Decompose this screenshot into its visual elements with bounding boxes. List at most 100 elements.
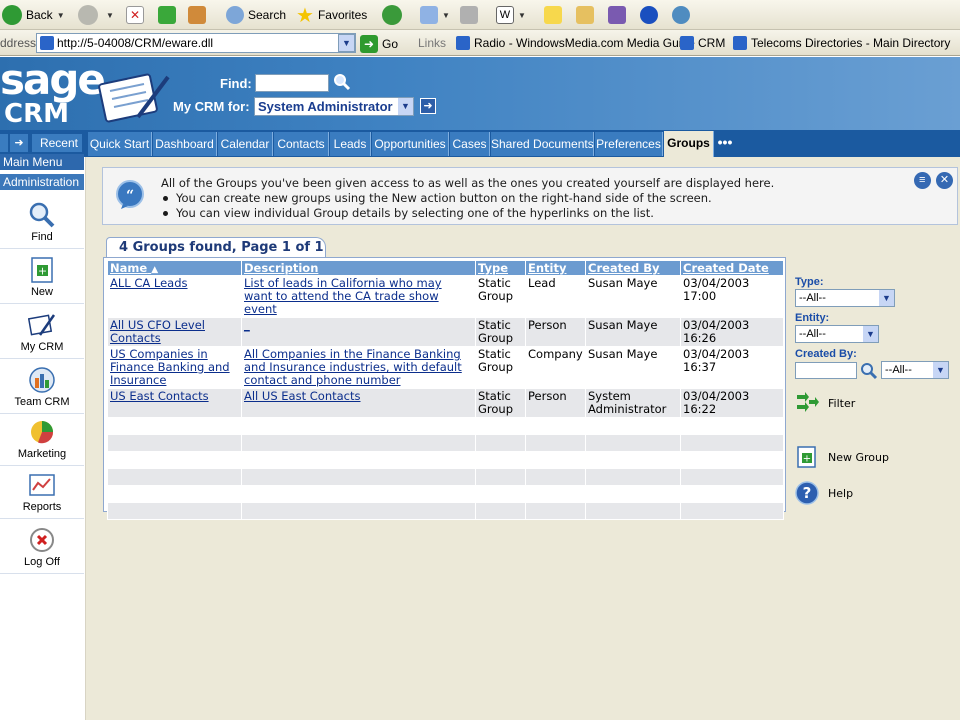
sidebar-item-new[interactable]: + New xyxy=(0,252,84,304)
link-crm[interactable]: CRM xyxy=(680,36,725,50)
mycrm-user-select[interactable]: System Administrator ▼ xyxy=(254,97,414,116)
url-input[interactable]: http://5-04008/CRM/eware.dll xyxy=(36,33,356,53)
print-button[interactable] xyxy=(460,0,478,30)
created-by-input[interactable] xyxy=(795,362,857,379)
column-header-created-by[interactable]: Created By xyxy=(585,260,681,276)
sidebar-item-team-crm[interactable]: Team CRM xyxy=(0,362,84,414)
forward-arrow-icon xyxy=(78,5,98,25)
bluetooth-button[interactable] xyxy=(640,0,658,30)
refresh-button[interactable] xyxy=(158,0,176,30)
group-name-link[interactable]: US East Contacts xyxy=(110,389,209,403)
log-off-icon xyxy=(30,528,54,552)
sidebar-item-reports[interactable]: Reports xyxy=(0,467,84,519)
sidebar-item-find[interactable]: Find xyxy=(0,197,84,249)
edit-dropdown-icon[interactable]: ▼ xyxy=(518,11,526,20)
forward-dropdown-icon[interactable]: ▼ xyxy=(106,11,114,20)
sidebar-item-log-off[interactable]: Log Off xyxy=(0,522,84,574)
team-chart-icon xyxy=(29,367,55,393)
history-icon xyxy=(382,5,402,25)
tab-preferences[interactable]: Preferences xyxy=(595,132,663,156)
tab-cases[interactable]: Cases xyxy=(450,132,490,156)
messenger-button[interactable] xyxy=(608,0,626,30)
mycrm-go-button[interactable]: ➜ xyxy=(420,98,436,114)
main-menu-header[interactable]: Main Menu xyxy=(0,154,84,170)
mail-dropdown-icon[interactable]: ▼ xyxy=(442,11,450,20)
refresh-icon xyxy=(158,6,176,24)
tab-quick-start[interactable]: Quick Start xyxy=(88,132,152,156)
collapse-icon[interactable]: ≡ xyxy=(913,172,931,189)
tab-scroll-right[interactable]: ➜ xyxy=(10,134,28,152)
entity-filter-select[interactable]: --All-- ▼ xyxy=(795,325,879,343)
administration-link[interactable]: Administration xyxy=(0,174,84,190)
filter-button[interactable]: Filter xyxy=(795,391,855,415)
research-button[interactable] xyxy=(576,0,594,30)
filter-panel: Type: --All-- ▼ Entity: --All-- ▼ Create… xyxy=(788,267,960,527)
tab-scroll-left[interactable] xyxy=(0,134,8,152)
tab-dashboard[interactable]: Dashboard xyxy=(153,132,217,156)
column-header-name[interactable]: Name ▲ xyxy=(107,260,242,276)
group-created-date: 03/04/2003 16:26 xyxy=(680,317,784,347)
tab-groups[interactable]: Groups xyxy=(664,131,714,157)
tab-calendar[interactable]: Calendar xyxy=(218,132,273,156)
empty-row xyxy=(107,502,784,520)
search-icon[interactable] xyxy=(860,362,878,380)
help-button[interactable]: ? Help xyxy=(795,481,853,505)
crm-header: sage CRM Find: My CRM for: System Admini… xyxy=(0,55,960,130)
mail-button[interactable]: ▼ xyxy=(420,0,450,30)
column-header-entity[interactable]: Entity xyxy=(525,260,586,276)
link-telecoms[interactable]: Telecoms Directories - Main Directory xyxy=(733,36,950,50)
arrow-right-icon: ➜ xyxy=(423,100,433,112)
group-created-date: 03/04/2003 16:37 xyxy=(680,346,784,389)
sidebar-item-marketing[interactable]: Marketing xyxy=(0,414,84,466)
ie-page-icon xyxy=(680,36,694,50)
sage-logo: sage xyxy=(0,55,106,104)
group-description-link[interactable]: All US East Contacts xyxy=(244,389,361,403)
group-created-by: System Administrator xyxy=(585,388,681,418)
tab-shared-documents[interactable]: Shared Documents xyxy=(491,132,594,156)
recent-button[interactable]: Recent xyxy=(32,134,82,152)
people-button[interactable] xyxy=(672,0,690,30)
address-dropdown-icon[interactable]: ▼ xyxy=(338,34,355,52)
group-name-link[interactable]: All US CFO Level Contacts xyxy=(110,318,205,345)
group-description-link[interactable]: List of leads in California who may want… xyxy=(244,276,442,316)
stop-button[interactable]: ✕ xyxy=(126,0,144,30)
search-icon[interactable] xyxy=(333,73,351,91)
edit-button[interactable]: W ▼ xyxy=(496,0,526,30)
new-document-icon: + xyxy=(31,257,53,283)
bullet-icon xyxy=(163,211,168,216)
history-button[interactable] xyxy=(382,0,406,30)
back-dropdown-icon[interactable]: ▼ xyxy=(57,11,65,20)
column-header-type[interactable]: Type xyxy=(475,260,526,276)
tab-contacts[interactable]: Contacts xyxy=(274,132,329,156)
link-radio[interactable]: Radio - WindowsMedia.com Media Guide xyxy=(456,36,695,50)
empty-row xyxy=(107,468,784,486)
new-group-button[interactable]: + New Group xyxy=(795,445,889,469)
group-name-link[interactable]: ALL CA Leads xyxy=(110,276,188,290)
page-icon xyxy=(40,36,54,50)
forward-button[interactable]: ▼ xyxy=(78,0,114,30)
column-header-description[interactable]: Description xyxy=(241,260,476,276)
group-name-link[interactable]: US Companies in Finance Banking and Insu… xyxy=(110,347,230,387)
close-icon[interactable]: ✕ xyxy=(936,172,953,189)
back-button[interactable]: Back ▼ xyxy=(2,0,65,30)
search-button[interactable]: Search xyxy=(226,0,286,30)
empty-row xyxy=(107,434,784,452)
sidebar-item-my-crm[interactable]: My CRM xyxy=(0,307,84,359)
main-content: “ All of the Groups you've been given ac… xyxy=(86,157,960,720)
type-filter-select[interactable]: --All-- ▼ xyxy=(795,289,895,307)
note-icon xyxy=(544,6,562,24)
column-header-created-date[interactable]: Created Date xyxy=(680,260,784,276)
discuss-button[interactable] xyxy=(544,0,562,30)
group-entity: Lead xyxy=(525,275,586,318)
tab-opportunities[interactable]: Opportunities xyxy=(372,132,449,156)
find-input[interactable] xyxy=(255,74,329,92)
tab-leads[interactable]: Leads xyxy=(330,132,371,156)
group-description-link[interactable]: All Companies in the Finance Banking and… xyxy=(244,347,462,387)
tab-more-button[interactable]: ••• xyxy=(714,132,736,156)
created-by-filter-select[interactable]: --All-- ▼ xyxy=(881,361,949,379)
favorites-button[interactable]: ★ Favorites xyxy=(296,0,367,30)
home-button[interactable] xyxy=(188,0,206,30)
go-button[interactable]: ➜ Go xyxy=(360,34,398,54)
group-description-link[interactable]: _ xyxy=(244,318,250,332)
help-icon: ? xyxy=(795,481,819,505)
